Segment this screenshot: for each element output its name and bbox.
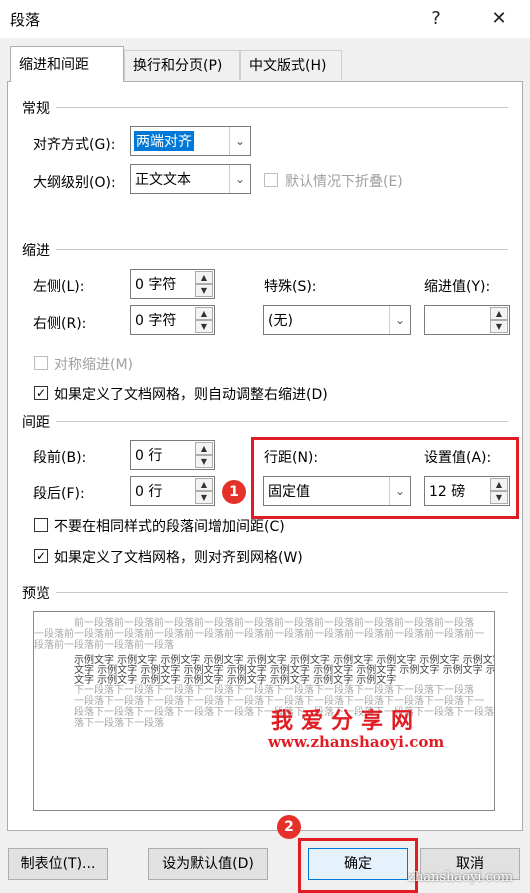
spin-up-icon[interactable]: ▲ (195, 271, 213, 284)
spin-down-icon[interactable]: ▼ (195, 491, 213, 504)
title-bar (0, 0, 530, 38)
section-indent-heading: 缩进 (22, 243, 50, 259)
spin-up-icon[interactable]: ▲ (195, 307, 213, 320)
alignment-select[interactable]: 两端对齐 ⌄ (130, 126, 251, 156)
spin-down-icon[interactable]: ▼ (195, 320, 213, 333)
at-value: 12 磅 (429, 484, 466, 500)
section-preview-heading: 预览 (22, 586, 50, 602)
left-indent-value: 0 字符 (135, 277, 177, 293)
watermark-url: www.zhanshaoyi.com (268, 733, 445, 751)
space-after-value: 0 行 (135, 484, 163, 500)
alignment-value: 两端对齐 (134, 131, 194, 151)
watermark-title: 我爱分享网 (271, 709, 422, 734)
step-badge-2: 2 (277, 815, 301, 839)
collapse-checkbox[interactable] (264, 173, 278, 187)
divider (56, 592, 508, 593)
auto-adjust-label: 如果定义了文档网格，则自动调整右缩进(D) (54, 387, 328, 403)
left-indent-label: 左侧(L): (33, 279, 85, 295)
spin-up-icon[interactable]: ▲ (490, 478, 508, 491)
chevron-down-icon: ⌄ (389, 477, 410, 505)
special-label: 特殊(S): (264, 279, 317, 295)
spin-up-icon[interactable]: ▲ (195, 478, 213, 491)
at-label: 设置值(A): (424, 450, 492, 466)
space-before-label: 段前(B): (33, 450, 87, 466)
right-indent-spinner[interactable]: 0 字符 ▲ ▼ (130, 305, 215, 335)
right-indent-label: 右侧(R): (33, 316, 87, 332)
alignment-label: 对齐方式(G): (33, 137, 116, 153)
snap-grid-checkbox[interactable]: ✓ (34, 549, 48, 563)
spin-down-icon[interactable]: ▼ (195, 455, 213, 468)
chevron-down-icon: ⌄ (229, 165, 250, 193)
line-spacing-select[interactable]: 固定值 ⌄ (263, 476, 411, 506)
set-default-button[interactable]: 设为默认值(D) (148, 848, 268, 880)
dialog-title: 段落 (10, 11, 41, 29)
section-general-heading: 常规 (22, 101, 50, 117)
indent-by-spinner[interactable]: ▲ ▼ (424, 305, 510, 335)
line-spacing-value: 固定值 (268, 484, 310, 500)
special-select[interactable]: (无) ⌄ (263, 305, 411, 335)
collapse-label: 默认情况下折叠(E) (285, 174, 403, 190)
left-indent-spinner[interactable]: 0 字符 ▲ ▼ (130, 269, 215, 299)
outline-level-select[interactable]: 正文文本 ⌄ (130, 164, 251, 194)
tab-asian-typography[interactable]: 中文版式(H) (240, 50, 342, 80)
indent-by-label: 缩进值(Y): (424, 279, 491, 295)
divider (56, 249, 508, 250)
help-button[interactable]: ? (425, 8, 447, 30)
preview-prev-line: 前一段落前一段落前一段落前一段落前一段落前一段落前一段落前一段落前一段落前一段落 (74, 618, 474, 629)
preview-prev-line: 段落前一段落前一段落前一段落 (34, 640, 174, 651)
tab-indent-spacing[interactable]: 缩进和间距 (10, 46, 124, 82)
no-space-checkbox[interactable] (34, 518, 48, 532)
corner-watermark: zhanshaoyi.com (408, 870, 514, 885)
spin-up-icon[interactable]: ▲ (195, 442, 213, 455)
right-indent-value: 0 字符 (135, 313, 177, 329)
space-after-spinner[interactable]: 0 行 ▲ ▼ (130, 476, 215, 506)
space-before-value: 0 行 (135, 448, 163, 464)
preview-prev-line: 一段落前一段落前一段落前一段落前一段落前一段落前一段落前一段落前一段落前一段落前… (34, 629, 484, 640)
preview-next-line: 落下一段落下一段落 (74, 718, 164, 729)
divider (56, 421, 508, 422)
space-before-spinner[interactable]: 0 行 ▲ ▼ (130, 440, 215, 470)
spin-up-icon[interactable]: ▲ (490, 307, 508, 320)
snap-grid-label: 如果定义了文档网格，则对齐到网格(W) (54, 550, 303, 566)
step-badge-1: 1 (222, 480, 246, 504)
section-spacing-heading: 间距 (22, 415, 50, 431)
special-value: (无) (268, 313, 293, 329)
spin-down-icon[interactable]: ▼ (195, 284, 213, 297)
chevron-down-icon: ⌄ (229, 127, 250, 155)
auto-adjust-checkbox[interactable]: ✓ (34, 386, 48, 400)
spin-down-icon[interactable]: ▼ (490, 491, 508, 504)
chevron-down-icon: ⌄ (389, 306, 410, 334)
tabs-button[interactable]: 制表位(T)... (8, 848, 108, 880)
space-after-label: 段后(F): (33, 486, 85, 502)
line-spacing-label: 行距(N): (264, 450, 319, 466)
ok-button[interactable]: 确定 (308, 848, 408, 880)
at-spinner[interactable]: 12 磅 ▲ ▼ (424, 476, 510, 506)
mirror-indent-label: 对称缩进(M) (54, 357, 134, 373)
mirror-indent-checkbox[interactable] (34, 356, 48, 370)
preview-box: 前一段落前一段落前一段落前一段落前一段落前一段落前一段落前一段落前一段落前一段落… (33, 611, 495, 811)
divider (56, 107, 508, 108)
spin-down-icon[interactable]: ▼ (490, 320, 508, 333)
close-button[interactable]: ✕ (488, 8, 510, 30)
tab-line-page-breaks[interactable]: 换行和分页(P) (124, 50, 240, 80)
no-space-label: 不要在相同样式的段落间增加间距(C) (54, 519, 285, 535)
outline-level-value: 正文文本 (135, 172, 191, 188)
outline-level-label: 大纲级别(O): (33, 175, 116, 191)
preview-next-line: 下一段落下一段落下一段落下一段落下一段落下一段落下一段落下一段落下一段落下一段落 (74, 685, 474, 696)
